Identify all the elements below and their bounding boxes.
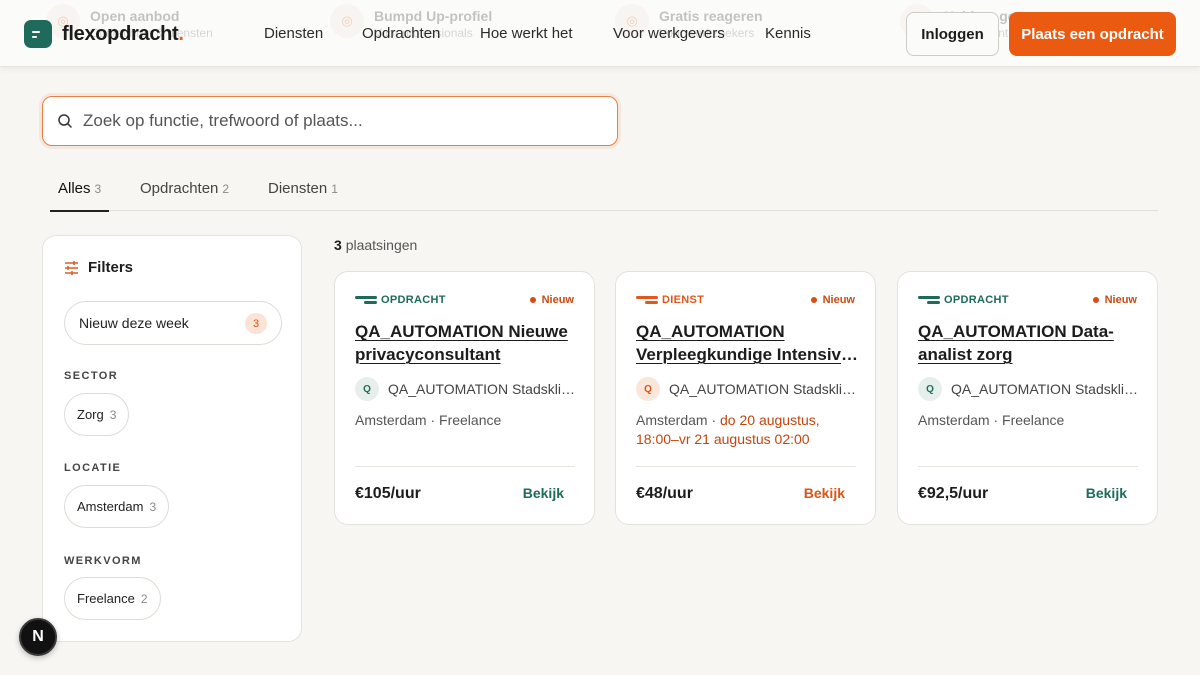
sliders-icon: [65, 260, 78, 275]
chip-label: Zorg: [77, 407, 104, 422]
org-avatar: Q: [636, 377, 660, 401]
listing-card[interactable]: OPDRACHT Nieuw QA_AUTOMATION Nieuwe priv…: [334, 271, 595, 525]
listing-type-label: OPDRACHT: [944, 294, 1009, 306]
chip-label: Freelance: [77, 591, 135, 606]
org-name: QA_AUTOMATION Stadskliniek Amsterdam: [669, 381, 861, 397]
listing-rate: €105/uur: [355, 485, 421, 502]
listing-rate: €48/uur: [636, 485, 693, 502]
new-badge: Nieuw: [1093, 294, 1137, 306]
count-badge: 3: [245, 313, 267, 334]
chip-count: 2: [140, 591, 148, 606]
type-icon: [636, 296, 658, 304]
search-box: [42, 96, 618, 146]
listing-organization: Q QA_AUTOMATION Stadskliniek Amsterdam: [355, 377, 580, 401]
listing-location: Amsterdam ·: [636, 412, 721, 428]
search-icon: [58, 114, 72, 128]
org-avatar: Q: [355, 377, 379, 401]
view-button[interactable]: Bekijk: [1086, 485, 1127, 501]
listing-type: OPDRACHT: [918, 294, 1009, 306]
filter-chip-amsterdam[interactable]: Amsterdam 3: [64, 485, 170, 528]
new-badge: Nieuw: [530, 294, 574, 306]
login-button[interactable]: Inloggen: [906, 12, 999, 56]
listing-type: DIENST: [636, 294, 704, 306]
tab-opdrachten[interactable]: Opdrachten 2: [140, 180, 229, 211]
view-button[interactable]: Bekijk: [804, 485, 845, 501]
tab-count: 1: [331, 182, 338, 196]
listing-rate: €92,5/uur: [918, 485, 989, 502]
filters-panel: Filters Nieuw deze week 3 SECTOR Zorg 3 L…: [42, 235, 302, 642]
results-suffix: plaatsingen: [345, 237, 418, 253]
listing-title[interactable]: QA_AUTOMATION Nieuwe privacyconsultant: [355, 320, 580, 366]
results-count: 3 plaatsingen: [334, 237, 417, 253]
chip-count: 3: [109, 407, 117, 422]
tab-label: Diensten: [268, 180, 328, 197]
listing-meta: Amsterdam · Freelance: [918, 411, 1143, 430]
card-divider: [636, 466, 856, 467]
view-button[interactable]: Bekijk: [523, 485, 564, 501]
filters-header: Filters: [64, 259, 133, 276]
nav-diensten[interactable]: Diensten: [264, 25, 323, 42]
org-avatar: Q: [918, 377, 942, 401]
filter-group-label-werkvorm: WERKVORM: [64, 555, 142, 567]
chip-count: 3: [149, 499, 157, 514]
listing-meta: Amsterdam · Freelance: [355, 411, 580, 430]
tab-label: Alles: [58, 180, 91, 197]
listing-type-label: DIENST: [662, 294, 705, 306]
type-icon: [918, 296, 940, 304]
feature-title: Gratis reageren: [659, 8, 763, 24]
org-name: QA_AUTOMATION Stadskliniek Amsterdam: [388, 381, 580, 397]
filter-chip-freelance[interactable]: Freelance 2: [64, 577, 161, 620]
listing-title[interactable]: QA_AUTOMATION Verpleegkundige Intensive …: [636, 320, 861, 366]
nav-kennis[interactable]: Kennis: [765, 25, 811, 42]
tab-alles[interactable]: Alles 3: [49, 180, 110, 212]
logo-text: flexopdracht: [62, 22, 179, 45]
feature-title: Bumpd Up-profiel: [374, 8, 493, 24]
nav-voor-werkgevers[interactable]: Voor werkgevers: [613, 25, 725, 42]
site-logo[interactable]: flexopdracht.: [24, 20, 184, 48]
tab-diensten[interactable]: Diensten 1: [268, 180, 338, 211]
post-assignment-button[interactable]: Plaats een opdracht: [1009, 12, 1176, 56]
listing-title[interactable]: QA_AUTOMATION Data-analist zorg: [918, 320, 1143, 366]
dev-tools-button[interactable]: N: [19, 618, 57, 656]
tab-count: 2: [222, 182, 230, 196]
chip-label: Amsterdam: [77, 499, 144, 514]
listing-type: OPDRACHT: [355, 294, 446, 306]
filter-group-label-locatie: LOCATIE: [64, 462, 122, 474]
listing-organization: Q QA_AUTOMATION Stadskliniek Amsterdam: [636, 377, 861, 401]
tab-count: 3: [94, 182, 102, 196]
listing-meta: Amsterdam · do 20 augustus, 18:00–vr 21 …: [636, 411, 861, 449]
filter-group-label-sector: SECTOR: [64, 370, 119, 382]
new-badge: Nieuw: [811, 294, 855, 306]
card-divider: [355, 466, 575, 467]
tab-label: Opdrachten: [140, 180, 219, 197]
nav-opdrachten[interactable]: Opdrachten: [362, 25, 440, 42]
feature-icon: ◎: [330, 4, 364, 38]
listing-card[interactable]: OPDRACHT Nieuw QA_AUTOMATION Data-analis…: [897, 271, 1158, 525]
filter-new-this-week[interactable]: Nieuw deze week 3: [64, 301, 282, 345]
type-icon: [355, 296, 377, 304]
listing-organization: Q QA_AUTOMATION Stadskliniek Amsterdam: [918, 377, 1143, 401]
site-header: ◎ Open aanbod Opdrachten & diensten ◎ Bu…: [0, 0, 1200, 67]
results-number: 3: [334, 237, 342, 253]
listing-location: Amsterdam · Freelance: [918, 412, 1065, 428]
logo-dot: .: [178, 22, 184, 45]
listing-type-label: OPDRACHT: [381, 294, 446, 306]
filter-label: Nieuw deze week: [79, 315, 189, 331]
nav-hoe-werkt-het[interactable]: Hoe werkt het: [480, 25, 573, 42]
listing-location: Amsterdam · Freelance: [355, 412, 502, 428]
search-input[interactable]: [83, 107, 603, 135]
result-tabs: Alles 3 Opdrachten 2 Diensten 1: [49, 176, 1158, 212]
listing-card[interactable]: DIENST Nieuw QA_AUTOMATION Verpleegkundi…: [615, 271, 876, 525]
org-name: QA_AUTOMATION Stadskliniek Amsterdam: [951, 381, 1143, 397]
logo-icon: [24, 20, 52, 48]
filters-title: Filters: [88, 259, 134, 276]
card-divider: [918, 466, 1138, 467]
filter-chip-zorg[interactable]: Zorg 3: [64, 393, 130, 436]
